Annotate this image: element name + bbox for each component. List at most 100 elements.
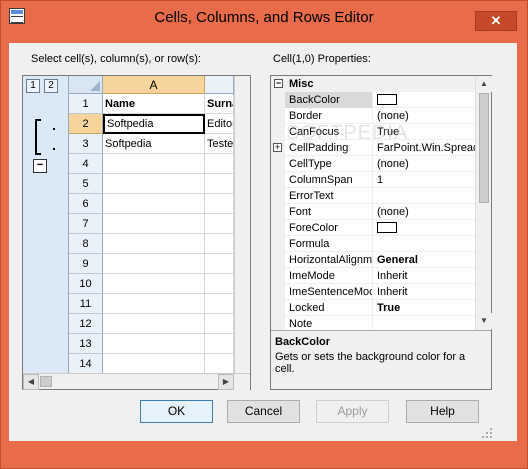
property-value[interactable] xyxy=(374,220,475,236)
row-header[interactable]: 7 xyxy=(69,214,103,234)
grid-cell[interactable] xyxy=(205,174,234,194)
grid-cell[interactable] xyxy=(205,194,234,214)
row-header[interactable]: 14 xyxy=(69,354,103,374)
cancel-button[interactable]: Cancel xyxy=(227,400,300,423)
row-header[interactable]: 11 xyxy=(69,294,103,314)
grid-cell[interactable]: Name xyxy=(103,94,205,114)
property-value[interactable]: (none) xyxy=(374,156,475,172)
scroll-up-icon[interactable]: ▲ xyxy=(476,76,492,92)
cell-grid[interactable]: 1 2 − A 1234567891011121314 NameSurnameS… xyxy=(22,75,251,390)
property-vertical-scrollbar[interactable]: ▲ ▼ xyxy=(475,76,492,330)
scroll-right-icon[interactable]: ▶ xyxy=(218,374,234,390)
grid-vertical-scrollbar[interactable] xyxy=(234,76,250,373)
grid-cell[interactable] xyxy=(205,354,234,374)
grid-cell[interactable] xyxy=(103,294,205,314)
grid-cell[interactable]: Softpedia xyxy=(103,134,205,154)
expand-property-icon[interactable]: + xyxy=(273,143,282,152)
row-header[interactable]: 6 xyxy=(69,194,103,214)
grid-cell[interactable] xyxy=(103,194,205,214)
property-name[interactable]: ImeSentenceMoc xyxy=(285,284,373,300)
property-value[interactable]: Inherit xyxy=(374,268,475,284)
collapse-category-icon[interactable]: − xyxy=(274,79,283,88)
property-value[interactable]: (none) xyxy=(374,204,475,220)
column-header-a[interactable]: A xyxy=(103,76,205,94)
grid-cell[interactable] xyxy=(205,254,234,274)
property-name[interactable]: BackColor xyxy=(285,92,373,108)
grid-cell[interactable] xyxy=(103,234,205,254)
row-header[interactable]: 5 xyxy=(69,174,103,194)
property-scroll-thumb[interactable] xyxy=(479,93,489,203)
grid-cell[interactable] xyxy=(103,334,205,354)
row-header[interactable]: 2 xyxy=(69,114,103,134)
grid-cell[interactable] xyxy=(103,274,205,294)
row-header[interactable]: 13 xyxy=(69,334,103,354)
grid-cell[interactable] xyxy=(205,214,234,234)
property-name[interactable]: ImeMode xyxy=(285,268,373,284)
property-row[interactable]: ErrorText xyxy=(285,188,475,204)
property-name[interactable]: HorizontalAlignme xyxy=(285,252,373,268)
select-all-corner[interactable] xyxy=(69,76,103,94)
outline-level-2-button[interactable]: 2 xyxy=(44,79,58,93)
property-value[interactable]: General xyxy=(374,252,475,268)
property-value[interactable]: Inherit xyxy=(374,284,475,300)
row-header[interactable]: 12 xyxy=(69,314,103,334)
grid-cell[interactable] xyxy=(103,214,205,234)
property-name[interactable]: ErrorText xyxy=(285,188,373,204)
row-header[interactable]: 4 xyxy=(69,154,103,174)
help-button[interactable]: Help xyxy=(406,400,479,423)
property-row[interactable]: ColumnSpan 1 xyxy=(285,172,475,188)
property-value[interactable] xyxy=(374,92,475,108)
outline-level-1-button[interactable]: 1 xyxy=(26,79,40,93)
active-cell[interactable]: Softpedia xyxy=(103,114,205,134)
row-header[interactable]: 9 xyxy=(69,254,103,274)
grid-cell[interactable] xyxy=(103,254,205,274)
grid-cell[interactable]: Surname xyxy=(205,94,234,114)
collapse-group-button[interactable]: − xyxy=(33,159,47,173)
grid-cell[interactable] xyxy=(103,314,205,334)
property-row[interactable]: Font (none) xyxy=(285,204,475,220)
grid-cell[interactable] xyxy=(205,334,234,354)
grid-cell[interactable] xyxy=(205,294,234,314)
row-header[interactable]: 1 xyxy=(69,94,103,114)
property-row[interactable]: Formula xyxy=(285,236,475,252)
property-value[interactable] xyxy=(374,236,475,252)
property-row[interactable]: ImeMode Inherit xyxy=(285,268,475,284)
property-value[interactable] xyxy=(374,188,475,204)
property-name[interactable]: ForeColor xyxy=(285,220,373,236)
grid-cell[interactable] xyxy=(205,274,234,294)
grid-cell[interactable] xyxy=(103,154,205,174)
grid-cell[interactable] xyxy=(103,354,205,374)
category-misc[interactable]: − Misc xyxy=(271,76,475,92)
property-value[interactable]: 1 xyxy=(374,172,475,188)
property-row[interactable]: BackColor xyxy=(285,92,475,108)
close-button[interactable]: ✕ xyxy=(475,11,517,31)
grid-cell[interactable] xyxy=(205,314,234,334)
grid-cell[interactable] xyxy=(205,234,234,254)
property-row[interactable]: HorizontalAlignme General xyxy=(285,252,475,268)
property-name[interactable]: Locked xyxy=(285,300,373,316)
grid-cell[interactable] xyxy=(103,174,205,194)
scroll-down-icon[interactable]: ▼ xyxy=(476,313,492,329)
property-name[interactable]: Formula xyxy=(285,236,373,252)
row-header[interactable]: 10 xyxy=(69,274,103,294)
ok-button[interactable]: OK xyxy=(140,400,213,423)
property-row[interactable]: CellType (none) xyxy=(285,156,475,172)
property-name[interactable]: Font xyxy=(285,204,373,220)
grid-cell[interactable] xyxy=(205,154,234,174)
horizontal-scroll-thumb[interactable] xyxy=(40,376,52,387)
scroll-left-icon[interactable]: ◀ xyxy=(23,374,39,390)
grid-cell[interactable]: Editor xyxy=(205,114,234,134)
property-row[interactable]: ForeColor xyxy=(285,220,475,236)
property-row[interactable]: Locked True xyxy=(285,300,475,316)
property-name[interactable]: CellType xyxy=(285,156,373,172)
row-header[interactable]: 8 xyxy=(69,234,103,254)
resize-grip-icon[interactable] xyxy=(482,428,494,440)
property-value[interactable]: True xyxy=(374,300,475,316)
column-header-b[interactable] xyxy=(205,76,234,94)
grid-cell[interactable]: Tester xyxy=(205,134,234,154)
row-header[interactable]: 3 xyxy=(69,134,103,154)
grid-horizontal-scrollbar[interactable]: ◀ ▶ xyxy=(23,373,250,390)
property-row[interactable]: ImeSentenceMoc Inherit xyxy=(285,284,475,300)
title-bar[interactable]: Cells, Columns, and Rows Editor ✕ xyxy=(1,1,527,32)
property-name[interactable]: ColumnSpan xyxy=(285,172,373,188)
